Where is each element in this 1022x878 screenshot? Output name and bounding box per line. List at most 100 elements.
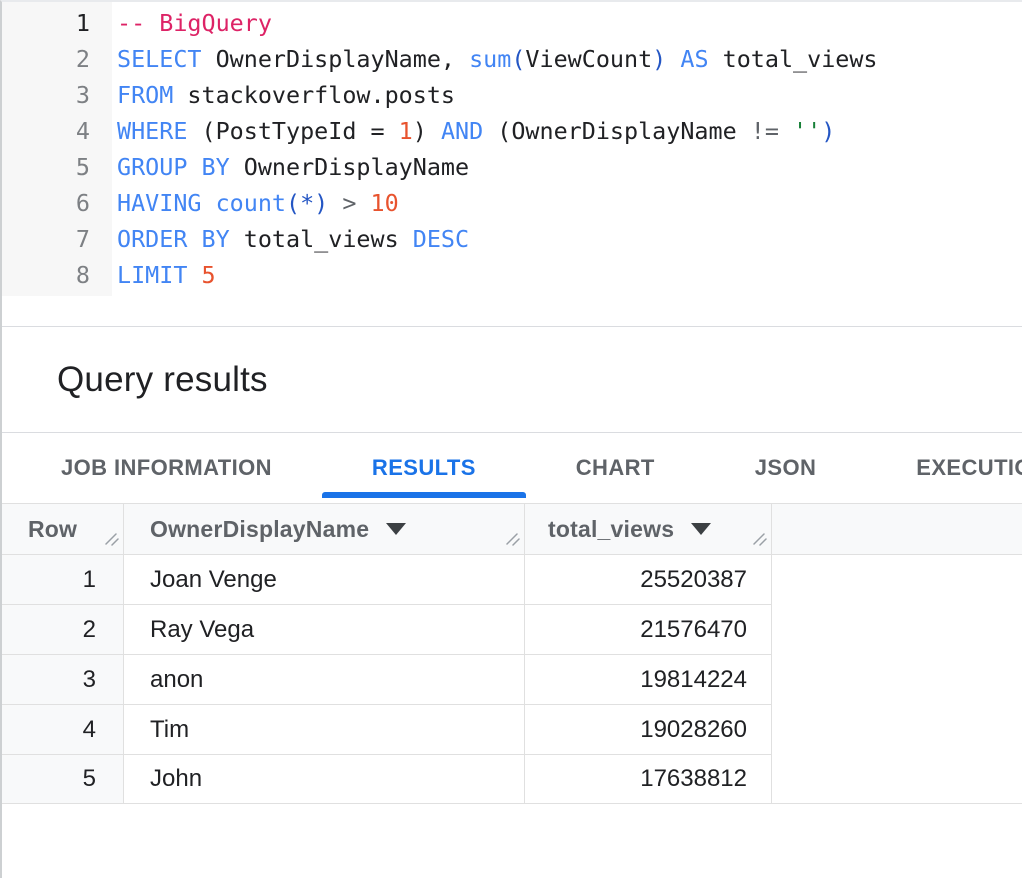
- row-number-cell: 2: [2, 605, 124, 654]
- code-line-6: 6HAVING count(*) > 10: [2, 185, 1022, 221]
- owner-display-name-cell: Tim: [124, 705, 525, 754]
- column-resize-icon[interactable]: [505, 525, 521, 552]
- token-kw: AND: [441, 117, 483, 145]
- row-number-cell: 5: [2, 755, 124, 803]
- token-num: 5: [202, 261, 216, 289]
- row-number-cell: 1: [2, 555, 124, 604]
- tab-execution-details[interactable]: EXECUTION DETAILS: [866, 433, 1022, 503]
- sql-editor[interactable]: 1-- BigQuery2SELECT OwnerDisplayName, su…: [2, 2, 1022, 326]
- token-paren: (: [511, 45, 525, 73]
- column-resize-icon[interactable]: [104, 525, 120, 552]
- token-fn: sum: [469, 45, 511, 73]
- tab-results[interactable]: RESULTS: [322, 433, 526, 503]
- code-line-3: 3FROM stackoverflow.posts: [2, 77, 1022, 113]
- owner-display-name-cell: anon: [124, 655, 525, 704]
- column-header-label: OwnerDisplayName: [150, 516, 369, 543]
- code-text: SELECT OwnerDisplayName, sum(ViewCount) …: [112, 41, 878, 77]
- owner-display-name-cell: Ray Vega: [124, 605, 525, 654]
- token-comment: -- BigQuery: [117, 9, 272, 37]
- token-id: [356, 189, 370, 217]
- token-paren: ): [652, 45, 666, 73]
- tab-label: RESULTS: [372, 455, 476, 481]
- code-text: HAVING count(*) > 10: [112, 185, 399, 221]
- table-row: 5John17638812: [2, 755, 772, 803]
- tab-json[interactable]: JSON: [705, 433, 867, 503]
- token-id: (OwnerDisplayName: [483, 117, 751, 145]
- tab-label: JOB INFORMATION: [61, 455, 272, 481]
- column-header-row: Row: [2, 504, 124, 554]
- tab-job-information[interactable]: JOB INFORMATION: [11, 433, 322, 503]
- token-id: [187, 261, 201, 289]
- token-kw: HAVING: [117, 189, 202, 217]
- token-id: ): [413, 117, 441, 145]
- page-title: Query results: [2, 360, 268, 400]
- token-id: OwnerDisplayName,: [202, 45, 470, 73]
- table-row: 4Tim19028260: [2, 705, 772, 755]
- token-num: 10: [371, 189, 399, 217]
- column-header-label: Row: [28, 516, 77, 543]
- total-views-cell: 19814224: [525, 655, 772, 704]
- token-id: [666, 45, 680, 73]
- token-paren: (*): [286, 189, 328, 217]
- token-id: [202, 189, 216, 217]
- table-row: 3anon19814224: [2, 655, 772, 705]
- total-views-cell: 21576470: [525, 605, 772, 654]
- token-kw: GROUP BY: [117, 153, 230, 181]
- code-line-2: 2SELECT OwnerDisplayName, sum(ViewCount)…: [2, 41, 1022, 77]
- line-number: 5: [2, 149, 112, 185]
- bigquery-query-results-page: 1-- BigQuery2SELECT OwnerDisplayName, su…: [0, 0, 1022, 878]
- token-id: [328, 189, 342, 217]
- token-id: total_views: [709, 45, 878, 73]
- line-number: 1: [2, 5, 112, 41]
- table-row: 1Joan Venge25520387: [2, 555, 772, 605]
- code-text: GROUP BY OwnerDisplayName: [112, 149, 469, 185]
- token-fn: count: [216, 189, 286, 217]
- line-number: 6: [2, 185, 112, 221]
- token-id: total_views: [230, 225, 413, 253]
- token-id: (PostTypeId =: [187, 117, 398, 145]
- tab-label: CHART: [576, 455, 655, 481]
- row-number-cell: 4: [2, 705, 124, 754]
- token-op: >: [342, 189, 356, 217]
- sort-dropdown-icon[interactable]: [691, 523, 711, 535]
- code-text: ORDER BY total_views DESC: [112, 221, 469, 257]
- code-text: LIMIT 5: [112, 257, 216, 293]
- tab-chart[interactable]: CHART: [526, 433, 705, 503]
- column-header-total-views: total_views: [525, 504, 772, 554]
- token-id: stackoverflow.posts: [173, 81, 455, 109]
- token-kw: DESC: [413, 225, 469, 253]
- header-filler: [772, 504, 1022, 554]
- table-bottom-border: [2, 803, 1022, 804]
- token-str: '': [793, 117, 821, 145]
- results-table: Row OwnerDisplayName total_views 1Joan Ven…: [2, 504, 1022, 804]
- token-kw: FROM: [117, 81, 173, 109]
- code-line-4: 4WHERE (PostTypeId = 1) AND (OwnerDispla…: [2, 113, 1022, 149]
- owner-display-name-cell: John: [124, 755, 525, 803]
- column-header-ownerdisplayname: OwnerDisplayName: [124, 504, 525, 554]
- table-header-row: Row OwnerDisplayName total_views: [2, 504, 1022, 555]
- sort-dropdown-icon[interactable]: [386, 523, 406, 535]
- code-text: FROM stackoverflow.posts: [112, 77, 455, 113]
- total-views-cell: 17638812: [525, 755, 772, 803]
- code-text: WHERE (PostTypeId = 1) AND (OwnerDisplay…: [112, 113, 835, 149]
- line-number: 2: [2, 41, 112, 77]
- token-kw: ORDER BY: [117, 225, 230, 253]
- table-row: 2Ray Vega21576470: [2, 605, 772, 655]
- results-tab-bar: JOB INFORMATION RESULTS CHART JSON EXECUTION…: [2, 432, 1022, 504]
- table-body: 1Joan Venge255203872Ray Vega215764703ano…: [2, 555, 1022, 803]
- code-line-8: 8LIMIT 5: [2, 257, 1022, 293]
- token-kw: WHERE: [117, 117, 187, 145]
- row-number-cell: 3: [2, 655, 124, 704]
- code-line-5: 5GROUP BY OwnerDisplayName: [2, 149, 1022, 185]
- line-number: 8: [2, 257, 112, 293]
- code-text: -- BigQuery: [112, 5, 272, 41]
- line-number: 7: [2, 221, 112, 257]
- column-resize-icon[interactable]: [752, 525, 768, 552]
- total-views-cell: 19028260: [525, 705, 772, 754]
- token-num: 1: [399, 117, 413, 145]
- tab-label: JSON: [755, 455, 817, 481]
- token-kw: LIMIT: [117, 261, 187, 289]
- token-paren: ): [821, 117, 835, 145]
- column-header-label: total_views: [548, 516, 674, 543]
- line-number: 4: [2, 113, 112, 149]
